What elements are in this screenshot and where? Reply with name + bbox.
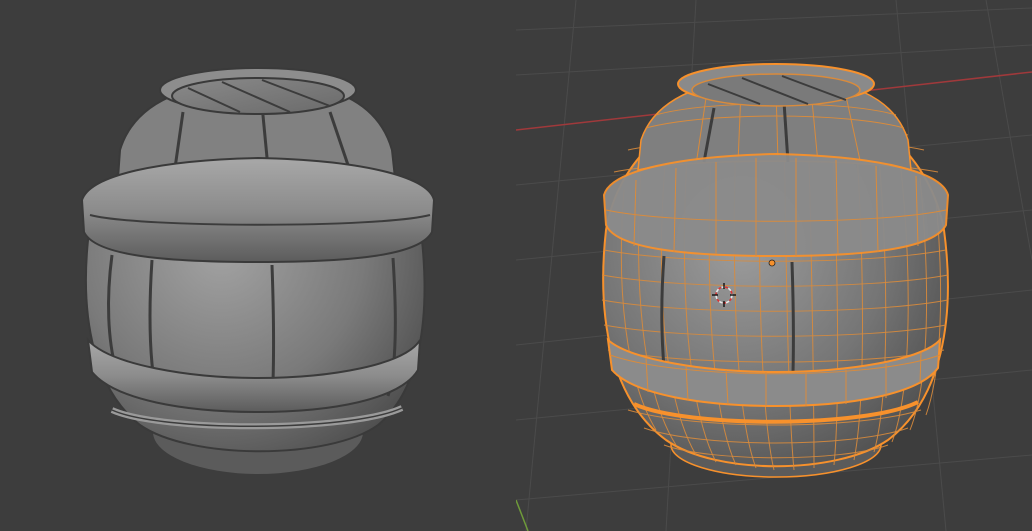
barrel-lid-selected (691, 73, 861, 107)
barrel-lid (171, 77, 345, 115)
viewport-right[interactable] (516, 0, 1032, 531)
viewport-left[interactable] (0, 0, 516, 531)
viewport-left-canvas[interactable] (0, 0, 516, 531)
barrel-top-band-selected (602, 152, 950, 258)
blender-workspace (0, 0, 1032, 531)
barrel-top-band (80, 156, 436, 264)
barrel-object-left[interactable] (80, 67, 436, 474)
object-origin-dot[interactable] (768, 259, 776, 267)
barrel-object-right[interactable] (601, 63, 950, 478)
viewport-right-canvas[interactable] (516, 0, 1032, 531)
